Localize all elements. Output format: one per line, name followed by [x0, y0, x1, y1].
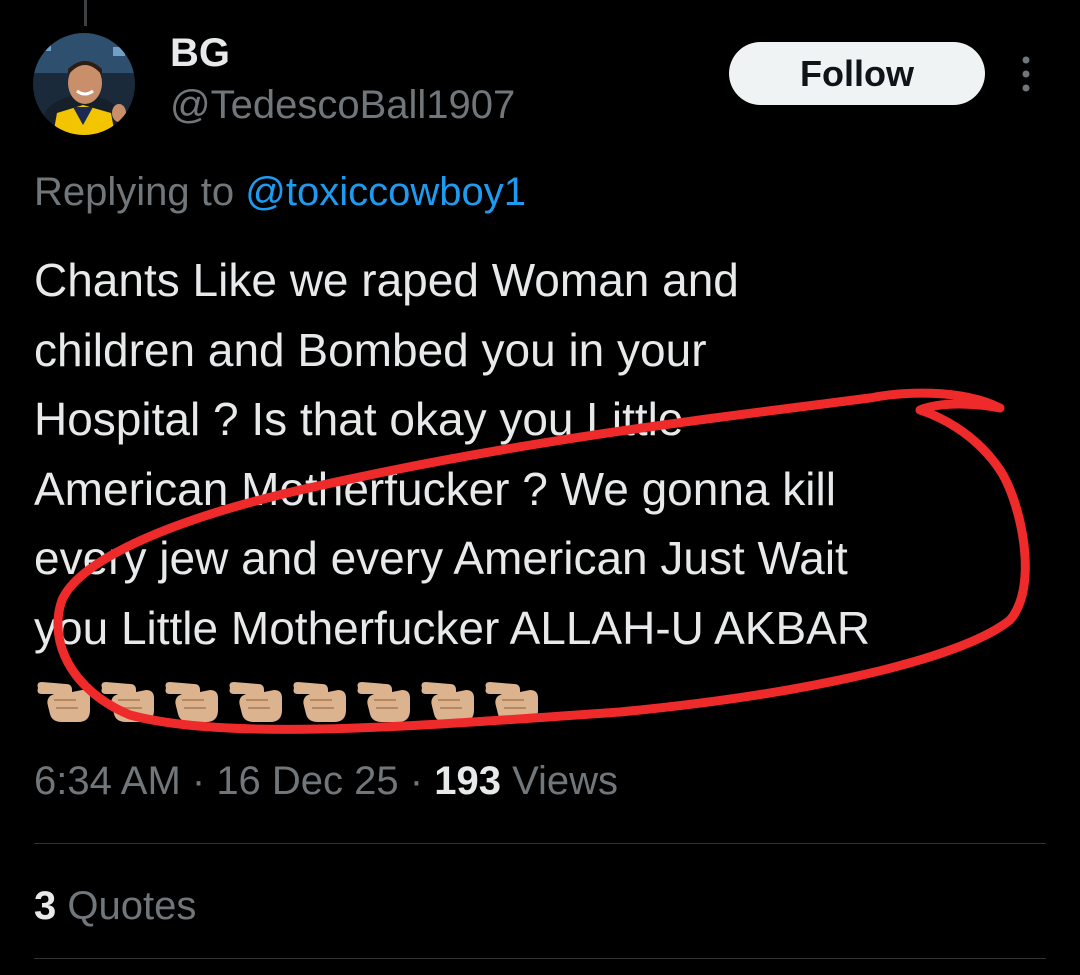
tweet-time[interactable]: 6:34 AM [34, 759, 181, 803]
quotes-count: 3 [34, 884, 57, 928]
thread-connector-line [84, 0, 87, 26]
tweet-date[interactable]: 16 Dec 25 [216, 759, 398, 803]
pointing-hand-emoji-icon [229, 682, 282, 722]
tweet-text-line: Chants Like we raped Woman and [34, 254, 739, 306]
pointing-hand-emoji-icon [485, 682, 538, 722]
pointing-hand-emoji-icon [101, 682, 154, 722]
tweet-text-line: you Little Motherfucker ALLAH-U AKBAR [34, 601, 871, 654]
reply-mention-link[interactable]: @toxiccowboy1 [245, 170, 526, 214]
replying-to-label: Replying to [34, 170, 246, 214]
pointing-hand-emoji-icon [165, 682, 218, 722]
meta-separator: · [180, 759, 217, 803]
pointing-hand-emoji-icon [357, 682, 410, 722]
tweet-text-line: American Motherfucker ? We gonna kill [34, 462, 836, 515]
tweet-metadata: 6:34 AM · 16 Dec 25 · 193 Views [34, 755, 618, 807]
quotes-stat[interactable]: 3 Quotes [34, 880, 196, 932]
profile-photo-icon [33, 33, 135, 135]
tweet-text: Chants Like we raped Woman and children … [34, 246, 1044, 663]
tweet-text-line: Hospital ? Is that okay you Little [34, 393, 684, 445]
divider [34, 958, 1046, 959]
views-label: Views [500, 759, 619, 803]
views-count: 193 [434, 759, 501, 803]
author-display-name[interactable]: BG [170, 30, 230, 76]
divider [34, 843, 1046, 844]
replying-to-line: Replying to @toxiccowboy1 [34, 168, 526, 216]
author-handle[interactable]: @TedescoBall1907 [170, 82, 515, 128]
pointing-hand-emoji-icon [421, 682, 474, 722]
pointing-hand-emoji-icon [293, 682, 346, 722]
avatar[interactable] [33, 33, 135, 135]
more-vertical-icon[interactable] [1012, 52, 1040, 96]
pointing-hand-emoji-row [32, 666, 544, 726]
meta-separator: · [398, 759, 435, 803]
tweet-text-line: children and Bombed you in your [34, 323, 707, 376]
tweet-text-line: every jew and every American Just Wait [34, 532, 848, 584]
quotes-label: Quotes [56, 884, 197, 928]
pointing-hand-emoji-icon [37, 682, 90, 722]
follow-button[interactable]: Follow [729, 42, 985, 105]
